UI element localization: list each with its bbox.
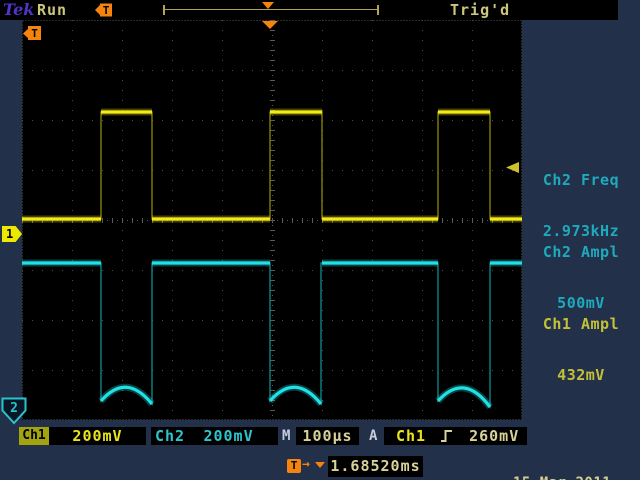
ch1-channel-tag: Ch1 (19, 427, 49, 445)
trigger-level-value: 260mV (469, 427, 519, 445)
top-status-bar (0, 0, 618, 20)
trigger-mode-label: A (369, 428, 377, 444)
readout-value: 432mV (524, 367, 638, 384)
ch2-channel-tag: Ch2 (151, 427, 185, 445)
rising-edge-slope-icon (440, 429, 453, 443)
record-right-bracket (377, 5, 379, 15)
date-text: 15 Mar 2011 (513, 476, 640, 480)
timebase-readout: 100µs (296, 427, 359, 445)
trigger-t-left-arrow-icon: T (94, 2, 112, 18)
trigger-source: Ch1 (396, 427, 426, 445)
readout-label: Ch2 Freq (524, 172, 638, 189)
timebase-label: M (282, 428, 290, 444)
acquisition-state: Run (37, 1, 67, 19)
datetime-display: 15 Mar 2011 16:48:54 (513, 446, 640, 480)
delay-t-icon: T (287, 459, 301, 473)
ch2-scale-value: 200mV (185, 427, 278, 445)
delay-down-triangle-icon (315, 462, 325, 468)
oscilloscope-screen: Tek Run T Trig'd (0, 0, 640, 480)
readout-ch1-ampl: Ch1 Ampl 432mV (524, 282, 638, 418)
ch1-ground-marker: 1 (2, 226, 22, 242)
trigger-readout: Ch1 260mV (384, 427, 527, 445)
trigger-status: Trig'd (450, 1, 510, 19)
ch1-marker-label: 1 (6, 227, 13, 241)
ch2-marker-label: 2 (10, 401, 18, 416)
tek-logo: Tek (3, 0, 34, 19)
ch2-ground-marker: 2 (1, 397, 27, 425)
svg-text:T: T (31, 27, 38, 40)
graticule-display: T (22, 20, 522, 420)
ch2-scale-readout: Ch2 200mV (151, 427, 278, 445)
trigger-t-letter: T (103, 4, 110, 17)
readout-label: Ch2 Ampl (524, 244, 638, 261)
record-trigger-position-icon (262, 2, 274, 9)
ch1-scale-readout: 200mV (49, 427, 146, 445)
record-left-bracket (163, 5, 165, 15)
readout-label: Ch1 Ampl (524, 316, 638, 333)
delay-time-readout: 1.68520ms (328, 456, 423, 477)
record-view-bar (164, 9, 378, 10)
delay-right-arrow-icon: → (302, 457, 310, 472)
